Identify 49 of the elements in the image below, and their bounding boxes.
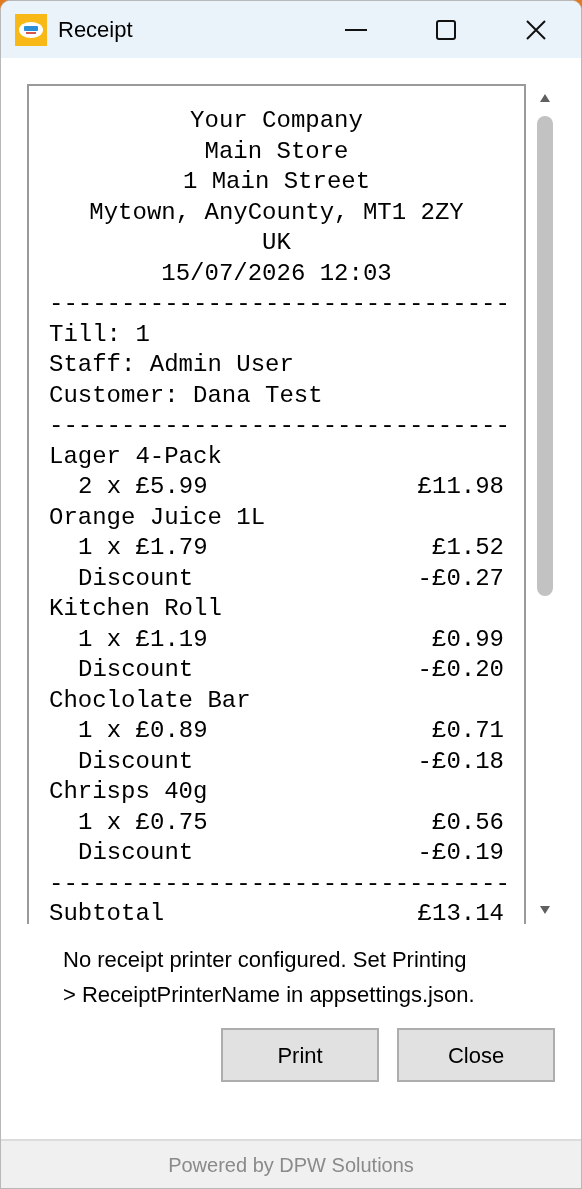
receipt-line: Chrisps 40g (49, 777, 208, 807)
receipt-line: Customer: Dana Test (49, 380, 323, 411)
receipt-line: Choclolate Bar (49, 685, 251, 716)
receipt-rule-line: -------------------------------- (49, 289, 510, 319)
printer-warning-message: No receipt printer configured. Set Printing > ReceiptPrinterName in appsettings.json. (63, 946, 476, 1009)
receipt-line: Staff: Admin User (49, 350, 294, 380)
receipt-line-label: Discount (78, 838, 194, 868)
receipt-line-label: 1 x £0.89 (78, 716, 208, 746)
receipt-line-label: Discount (78, 655, 194, 685)
receipt-line-amount: £11.98 (417, 472, 504, 502)
receipt-header-line: UK (261, 228, 292, 258)
receipt-line-amount: £13.14 (417, 899, 504, 924)
receipt-rule-line: -------------------------------- (49, 868, 510, 899)
receipt-header-line: Main Store (203, 136, 350, 167)
receipt-line-amount: -£0.20 (417, 655, 504, 685)
receipt-line-label: Discount (78, 563, 194, 594)
receipt-line-amount: -£0.19 (417, 838, 504, 868)
receipt-line-label: 1 x £0.75 (78, 807, 208, 838)
close-icon (526, 19, 546, 40)
receipt-line-label: Discount (78, 746, 194, 777)
receipt-header-line: Your Company (189, 106, 364, 136)
receipt-line-amount: -£0.18 (417, 746, 504, 777)
receipt-header-line: 15/07/2026 12:03 (160, 258, 393, 289)
receipt-header-line: Mytown, AnyCounty, MT1 2ZY (88, 197, 465, 228)
receipt-line-amount: £1.52 (432, 533, 504, 563)
receipt-line-label: 2 x £5.99 (78, 472, 208, 502)
footer-text: Powered by DPW Solutions (168, 1152, 414, 1178)
receipt-line: Lager 4-Pack (49, 441, 222, 472)
receipt-line-amount: -£0.27 (417, 563, 504, 594)
receipt-line: Till: 1 (49, 319, 150, 350)
scroll-down-icon[interactable] (540, 906, 550, 914)
maximize-icon (436, 19, 456, 40)
receipt-header-line: 1 Main Street (181, 167, 372, 197)
receipt-line-amount: £0.71 (432, 716, 504, 746)
minimize-icon (345, 28, 367, 31)
window-title: Receipt (58, 16, 133, 44)
receipt-line: Orange Juice 1L (49, 502, 266, 533)
scrollbar-thumb[interactable] (537, 116, 553, 596)
receipt-line-label: 1 x £1.19 (78, 624, 208, 655)
receipt-line-label: 1 x £1.79 (78, 533, 208, 563)
app-logo-icon (15, 13, 47, 46)
receipt-line-amount: £0.56 (432, 807, 504, 838)
print-button[interactable]: Print (221, 1028, 379, 1082)
close-dialog-button[interactable]: Close (397, 1028, 555, 1082)
scroll-up-icon[interactable] (540, 94, 550, 102)
receipt-line: Kitchen Roll (49, 594, 222, 624)
receipt-rule-line: -------------------------------- (49, 411, 510, 441)
receipt-line-label: Subtotal (49, 899, 165, 924)
receipt-line-amount: £0.99 (432, 624, 504, 655)
